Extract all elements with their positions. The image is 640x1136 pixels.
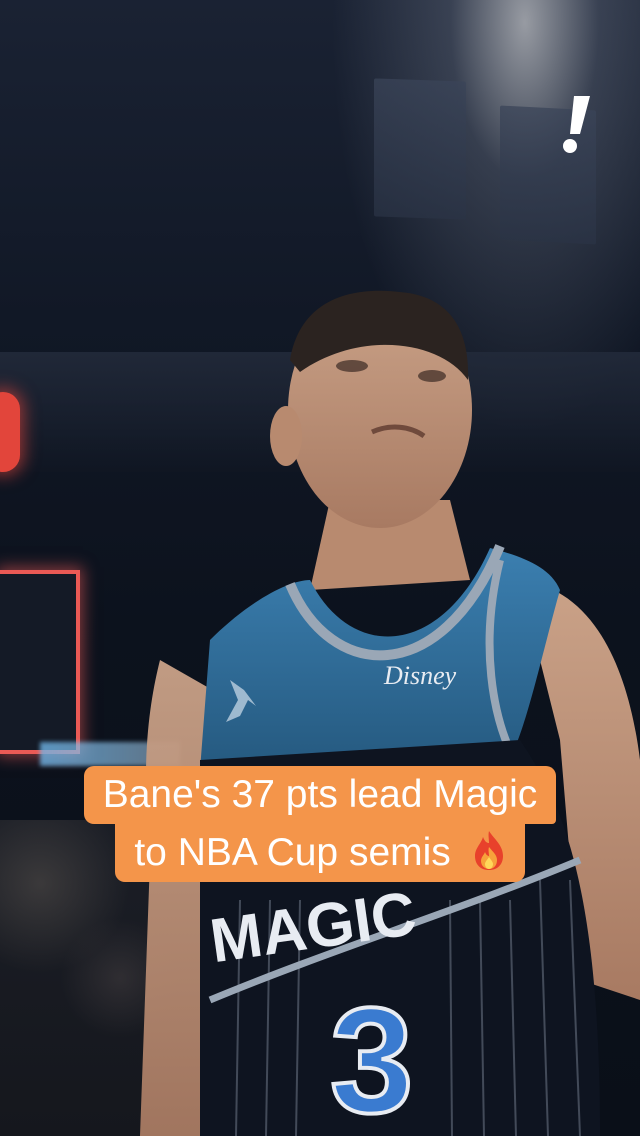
caption-line-1: Bane's 37 pts lead Magic <box>83 766 557 824</box>
fire-icon <box>474 831 503 870</box>
caption-text-2: to NBA Cup semis <box>134 831 451 874</box>
exclamation-icon <box>563 96 590 153</box>
caption-text-1: Bane's 37 pts lead Magic <box>102 773 538 816</box>
jersey-number: 3 <box>330 976 413 1136</box>
video-caption: Bane's 37 pts lead Magic to NBA Cup semi… <box>0 766 640 882</box>
player-illustration: MAGIC Disney 3 <box>140 290 640 1136</box>
caption-line-2: to NBA Cup semis <box>115 824 525 882</box>
video-frame: MAGIC Disney 3 Bane's 37 pts lead Magic … <box>0 0 640 1136</box>
jersey-sponsor: Disney <box>383 661 457 690</box>
